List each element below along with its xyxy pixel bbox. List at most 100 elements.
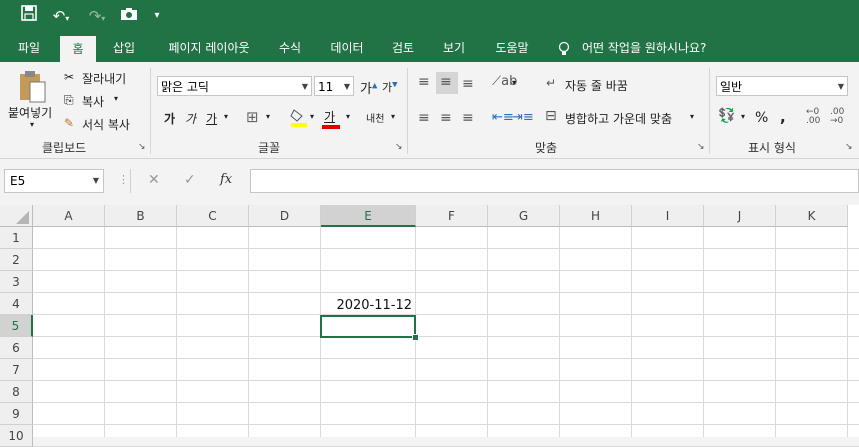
- align-left-icon[interactable]: ≡: [418, 110, 430, 126]
- align-middle-icon[interactable]: ≡: [436, 72, 458, 94]
- align-right-icon[interactable]: ≡: [462, 110, 474, 126]
- fill-color-dropdown-arrow[interactable]: ▾: [310, 112, 314, 121]
- column-header-k[interactable]: K: [776, 205, 848, 227]
- tell-me-search[interactable]: 어떤 작업을 원하시나요?: [582, 34, 722, 62]
- row-header-4[interactable]: 4: [0, 293, 33, 315]
- paste-icon[interactable]: [18, 70, 48, 108]
- column-header-i[interactable]: I: [632, 205, 704, 227]
- paste-button[interactable]: 붙여넣기: [8, 104, 52, 121]
- format-painter-button[interactable]: 서식 복사: [82, 116, 130, 133]
- column-header-j[interactable]: J: [704, 205, 776, 227]
- formula-input[interactable]: [250, 169, 859, 193]
- font-color-button[interactable]: 가: [322, 108, 342, 130]
- redo-icon[interactable]: ↷▾: [84, 5, 110, 27]
- tab-formulas[interactable]: 수식: [270, 34, 310, 62]
- cell-e4[interactable]: 2020-11-12: [321, 295, 412, 317]
- underline-button[interactable]: 가: [206, 110, 217, 127]
- copy-dropdown-arrow[interactable]: ▾: [114, 94, 118, 103]
- bold-button[interactable]: 가: [164, 110, 175, 127]
- grow-font-button[interactable]: 가▲: [360, 78, 377, 97]
- font-name-select[interactable]: 맑은 고딕 ▼: [157, 76, 312, 96]
- alignment-launcher-icon[interactable]: ↘: [697, 142, 705, 152]
- column-header-d[interactable]: D: [249, 205, 321, 227]
- comma-button[interactable]: ,: [780, 108, 786, 126]
- border-icon[interactable]: ⊞: [246, 108, 259, 126]
- font-size-value: 11: [318, 80, 334, 94]
- border-dropdown-arrow[interactable]: ▾: [266, 112, 270, 121]
- wrap-text-button[interactable]: 자동 줄 바꿈: [565, 77, 628, 94]
- number-group-label: 표시 형식: [748, 141, 796, 155]
- gridline: [33, 248, 859, 249]
- column-header-a[interactable]: A: [33, 205, 105, 227]
- row-header-3[interactable]: 3: [0, 271, 33, 293]
- fill-handle[interactable]: [412, 334, 419, 341]
- gridline: [33, 402, 859, 403]
- shrink-font-button[interactable]: 가▼: [382, 79, 398, 95]
- align-top-icon[interactable]: ≡: [418, 74, 430, 90]
- cut-button[interactable]: 잘라내기: [82, 70, 126, 87]
- percent-button[interactable]: %: [755, 110, 768, 126]
- row-header-5[interactable]: 5: [0, 315, 33, 337]
- row-header-2[interactable]: 2: [0, 249, 33, 271]
- insert-function-icon[interactable]: fx: [220, 172, 232, 187]
- tab-help[interactable]: 도움말: [486, 34, 538, 62]
- row-header-6[interactable]: 6: [0, 337, 33, 359]
- save-icon[interactable]: [18, 5, 40, 27]
- tab-home[interactable]: 홈: [60, 36, 96, 62]
- row-header-7[interactable]: 7: [0, 359, 33, 381]
- column-header-b[interactable]: B: [105, 205, 177, 227]
- column-header-e[interactable]: E: [321, 205, 416, 227]
- undo-icon[interactable]: ↶▾: [48, 5, 74, 27]
- currency-dropdown-arrow[interactable]: ▾: [741, 112, 745, 121]
- paste-dropdown-arrow[interactable]: ▾: [30, 120, 34, 129]
- tab-page-layout[interactable]: 페이지 레이아웃: [157, 34, 261, 62]
- select-all-button[interactable]: [0, 205, 33, 227]
- decrease-indent-icon[interactable]: ⇤≡: [492, 110, 514, 125]
- align-bottom-icon[interactable]: ≡: [462, 76, 474, 92]
- column-header-c[interactable]: C: [177, 205, 249, 227]
- alignment-group-label: 맞춤: [535, 141, 558, 155]
- fill-color-icon[interactable]: [290, 108, 308, 132]
- enter-icon[interactable]: ✓: [184, 172, 196, 188]
- active-cell-e5[interactable]: [320, 315, 416, 338]
- tab-file[interactable]: 파일: [10, 34, 48, 62]
- row-header-1[interactable]: 1: [0, 227, 33, 249]
- copy-button[interactable]: 복사: [82, 93, 104, 110]
- merge-center-button[interactable]: 병합하고 가운데 맞춤: [565, 110, 672, 127]
- gridline: [487, 227, 488, 437]
- phonetic-dropdown-arrow[interactable]: ▾: [391, 112, 395, 121]
- column-header-h[interactable]: H: [560, 205, 632, 227]
- decrease-decimal-icon[interactable]: .00 →0: [830, 108, 844, 126]
- align-center-icon[interactable]: ≡: [440, 110, 452, 126]
- font-launcher-icon[interactable]: ↘: [395, 142, 403, 152]
- tab-view[interactable]: 보기: [434, 34, 474, 62]
- merge-dropdown-arrow[interactable]: ▾: [690, 112, 694, 121]
- row-header-10[interactable]: 10: [0, 425, 33, 447]
- column-header-f[interactable]: F: [416, 205, 488, 227]
- tab-data[interactable]: 데이터: [322, 34, 372, 62]
- increase-decimal-icon[interactable]: ←0.00: [806, 108, 820, 126]
- format-painter-icon: ✎: [64, 116, 75, 130]
- number-launcher-icon[interactable]: ↘: [845, 142, 853, 152]
- increase-indent-icon[interactable]: ⇥≡: [512, 110, 534, 125]
- camera-icon[interactable]: [118, 5, 140, 27]
- customize-qat-icon[interactable]: ▾: [150, 5, 164, 27]
- phonetic-button[interactable]: 내천: [366, 110, 384, 125]
- tab-insert[interactable]: 삽입: [104, 34, 144, 62]
- name-box[interactable]: E5 ▼: [4, 169, 104, 193]
- name-box-dropdown-arrow[interactable]: ▼: [93, 170, 99, 192]
- number-format-select[interactable]: 일반 ▼: [716, 76, 848, 96]
- font-color-dropdown-arrow[interactable]: ▾: [346, 112, 350, 121]
- underline-dropdown-arrow[interactable]: ▾: [224, 112, 228, 121]
- row-header-8[interactable]: 8: [0, 381, 33, 403]
- row-header-9[interactable]: 9: [0, 403, 33, 425]
- clipboard-launcher-icon[interactable]: ↘: [138, 142, 146, 152]
- ribbon-tabs: 파일 홈 삽입 페이지 레이아웃 수식 데이터 검토 보기 도움말 어떤 작업을…: [0, 34, 859, 62]
- currency-icon[interactable]: 💱: [718, 108, 735, 124]
- tab-review[interactable]: 검토: [383, 34, 423, 62]
- orientation-dropdown-arrow[interactable]: ▾: [512, 78, 516, 87]
- italic-button[interactable]: 가: [185, 110, 196, 127]
- cancel-icon[interactable]: ✕: [148, 172, 160, 188]
- column-header-g[interactable]: G: [488, 205, 560, 227]
- font-size-select[interactable]: 11 ▼: [314, 76, 354, 96]
